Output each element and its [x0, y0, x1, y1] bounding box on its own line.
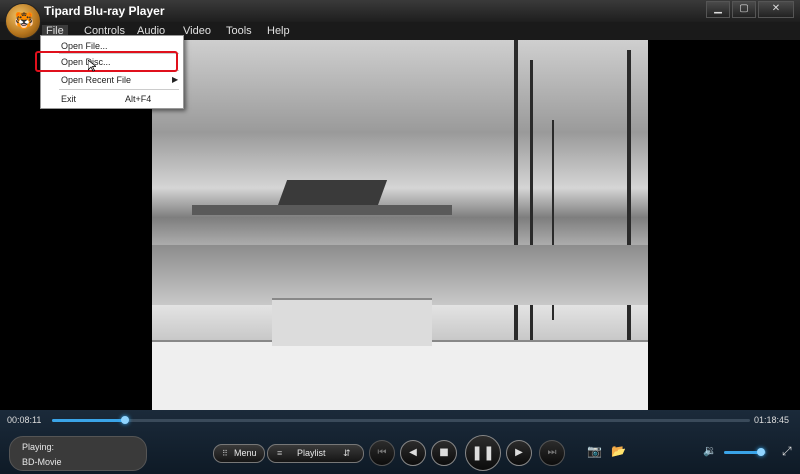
menu-button-label: Menu — [234, 448, 257, 458]
playing-label: Playing: — [22, 442, 55, 452]
playlist-button[interactable]: ≡ Playlist ⇵ — [267, 444, 364, 463]
rewind-button[interactable]: ◀ — [400, 440, 426, 466]
boat-cabin — [272, 298, 432, 346]
seek-handle[interactable] — [120, 416, 129, 424]
fullscreen-icon[interactable]: ⤢ — [782, 444, 792, 459]
menu-item-open-file[interactable]: Open File... — [61, 41, 108, 51]
stop-button[interactable]: ■ — [431, 440, 457, 466]
window-controls: ▁ ▢ ✕ — [704, 1, 794, 18]
forward-button[interactable]: ▶ — [506, 440, 532, 466]
open-folder-icon[interactable]: 📂 — [611, 444, 626, 458]
previous-button[interactable]: ⏮ — [369, 440, 395, 466]
list-icon: ≡ — [277, 448, 283, 458]
playing-title: BD-Movie — [22, 457, 62, 467]
volume-slider[interactable] — [724, 448, 766, 456]
boat-deck — [152, 340, 648, 410]
volume-handle[interactable] — [756, 448, 765, 456]
exit-shortcut: Alt+F4 — [125, 94, 152, 104]
highlight-box-open-disc — [35, 51, 178, 72]
current-time: 00:08:11 — [7, 415, 42, 425]
close-button[interactable]: ✕ — [758, 1, 794, 18]
volume-level — [724, 451, 761, 454]
total-time: 01:18:45 — [754, 415, 790, 425]
file-menu-dropdown: Open File... Open Disc... Open Recent Fi… — [40, 35, 184, 109]
menu-separator — [59, 89, 179, 90]
playlist-toggle-icon[interactable]: ⇵ — [343, 445, 351, 462]
playlist-button-label: Playlist — [297, 448, 326, 458]
submenu-arrow-icon: ▶ — [172, 75, 179, 84]
app-title: Tipard Blu-ray Player — [44, 4, 165, 18]
menu-tools[interactable]: Tools — [226, 25, 252, 37]
pause-button[interactable]: ❚❚ — [465, 435, 501, 471]
menu-help[interactable]: Help — [267, 25, 290, 37]
maximize-button[interactable]: ▢ — [732, 1, 756, 18]
seek-bar[interactable] — [52, 416, 750, 424]
snapshot-camera-icon[interactable]: 📷 — [587, 444, 602, 458]
app-logo-icon: 🐯 — [5, 3, 41, 39]
menu-item-exit[interactable]: Exit — [61, 94, 76, 104]
menu-button[interactable]: ⠿ Menu — [213, 444, 265, 463]
pier — [192, 205, 452, 215]
menu-video[interactable]: Video — [183, 25, 211, 37]
video-frame[interactable] — [152, 40, 648, 410]
volume-icon[interactable]: 🔉 — [703, 444, 717, 457]
seek-progress — [52, 419, 125, 422]
now-playing-panel: Playing: BD-Movie — [9, 436, 147, 471]
title-bar: Tipard Blu-ray Player ▁ ▢ ✕ — [0, 0, 800, 22]
next-button[interactable]: ⏭ — [539, 440, 565, 466]
menu-grid-icon: ⠿ — [222, 449, 228, 458]
mouse-cursor-icon — [88, 60, 96, 72]
menu-item-open-recent-file[interactable]: Open Recent File — [61, 75, 131, 85]
harbor-water — [152, 245, 648, 305]
minimize-button[interactable]: ▁ — [706, 1, 730, 18]
boathouse-roof — [276, 180, 388, 208]
